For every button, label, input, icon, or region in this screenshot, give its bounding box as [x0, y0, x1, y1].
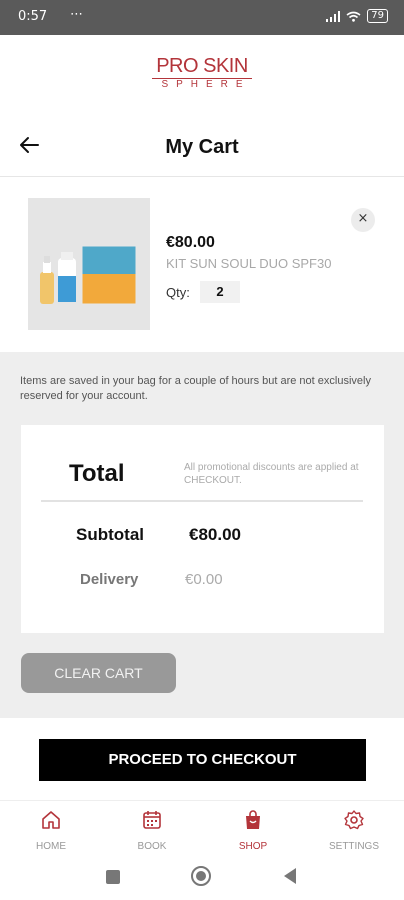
reservation-note: Items are saved in your bag for a couple… [20, 375, 371, 402]
cart-summary-section: Items are saved in your bag for a couple… [0, 352, 404, 718]
clear-cart-button[interactable]: CLEAR CART [21, 653, 176, 693]
calendar-icon [143, 811, 161, 829]
nav-item-settings[interactable]: SETTINGS [314, 809, 394, 852]
bottom-nav: HOME BOOK SHOP SETTINGS [0, 800, 404, 857]
promo-note: All promotional discounts are applied at… [184, 462, 359, 486]
quantity-label: Qty: [166, 285, 190, 300]
home-circle-icon[interactable] [190, 865, 212, 887]
status-time: 0:57 [18, 9, 48, 24]
wifi-icon [346, 11, 361, 22]
nav-item-home[interactable]: HOME [11, 809, 91, 852]
system-nav-bar [0, 856, 404, 900]
battery-indicator: 79 [367, 9, 388, 23]
signal-icon [326, 10, 341, 22]
nav-item-book[interactable]: BOOK [112, 809, 192, 852]
brand-logo: PRO SKIN SPHERE [0, 55, 404, 91]
page-title: My Cart [165, 136, 239, 158]
status-icons: 79 [326, 9, 388, 23]
brand-line1: PRO SKIN [156, 55, 248, 77]
total-heading: Total [69, 460, 125, 487]
notification-dots: ⋯ [70, 7, 84, 22]
proceed-to-checkout-button[interactable]: PROCEED TO CHECKOUT [39, 739, 366, 781]
item-price: €80.00 [166, 234, 215, 251]
back-triangle-icon[interactable] [282, 867, 298, 885]
brand-line2: SPHERE [152, 78, 252, 91]
delivery-label: Delivery [80, 571, 139, 588]
title-bar: My Cart [0, 120, 404, 177]
product-image[interactable] [28, 198, 150, 330]
divider [41, 500, 363, 502]
totals-card: Total All promotional discounts are appl… [21, 425, 384, 633]
nav-label-home: HOME [36, 841, 66, 852]
gear-icon [344, 810, 364, 830]
subtotal-value: €80.00 [189, 525, 241, 544]
nav-label-book: BOOK [137, 841, 167, 852]
nav-label-settings: SETTINGS [328, 841, 379, 852]
delivery-value: €0.00 [185, 571, 223, 588]
recents-square-icon[interactable] [105, 869, 121, 885]
subtotal-label: Subtotal [76, 525, 144, 544]
item-name: KIT SUN SOUL DUO SPF30 [166, 256, 332, 271]
status-bar: 0:57 ⋯ 79 [0, 0, 404, 35]
home-icon [42, 811, 60, 829]
remove-item-button[interactable]: × [351, 208, 375, 232]
cart-item: €80.00 KIT SUN SOUL DUO SPF30 Qty: 2 × [0, 178, 404, 352]
product-illustration [40, 245, 137, 305]
nav-item-shop[interactable]: SHOP [213, 809, 293, 852]
quantity-value[interactable]: 2 [200, 281, 240, 303]
nav-label-shop: SHOP [238, 841, 268, 852]
shopping-bag-icon [246, 810, 260, 829]
